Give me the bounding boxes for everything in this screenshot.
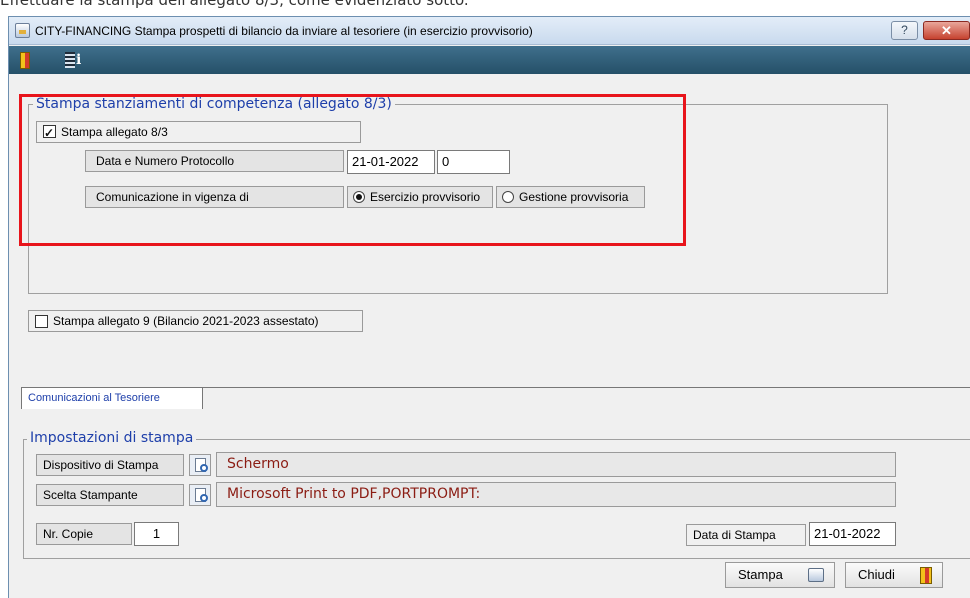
radio-esercizio-provvisorio[interactable]: Esercizio provvisorio (347, 186, 493, 208)
copies-field[interactable]: 1 (134, 522, 179, 546)
protocol-date-field[interactable]: 21-01-2022 (347, 150, 435, 174)
check-mark-icon: ✓ (44, 126, 55, 140)
close-button-label: Chiudi (858, 567, 895, 582)
print-allegato-83-checkbox[interactable]: ✓ (43, 125, 56, 140)
radio-unselected-icon (502, 191, 514, 203)
printer-label: Scelta Stampante (36, 484, 184, 506)
vigenza-label: Comunicazione in vigenza di (85, 186, 344, 208)
window-title: CITY-FINANCING Stampa prospetti di bilan… (35, 24, 533, 38)
radio-gestione-provvisoria[interactable]: Gestione provvisoria (496, 186, 645, 208)
printer-value: Microsoft Print to PDF,PORTPROMPT: (216, 482, 896, 507)
print-button[interactable]: Stampa (725, 562, 835, 588)
device-value: Schermo (216, 452, 896, 477)
tab-comunicazioni-tesoriere[interactable]: Comunicazioni al Tesoriere (21, 387, 203, 409)
radio-gestione-label: Gestione provvisoria (519, 190, 629, 204)
print-settings-legend: Impostazioni di stampa (27, 430, 197, 446)
device-label: Dispositivo di Stampa (36, 454, 184, 476)
close-window-button[interactable]: ✕ (923, 21, 970, 40)
protocol-number-field[interactable]: 0 (437, 150, 510, 174)
print-allegato-83-row[interactable]: ✓ Stampa allegato 8/3 (36, 121, 361, 143)
app-icon (15, 23, 30, 38)
exit-icon[interactable] (18, 52, 34, 69)
toolbar: i (9, 46, 970, 74)
print-allegato-83-label: Stampa allegato 8/3 (61, 125, 168, 139)
close-button[interactable]: Chiudi (845, 562, 943, 588)
print-icon (808, 568, 824, 582)
competenza-legend: Stampa stanziamenti di competenza (alleg… (33, 96, 395, 112)
title-bar: CITY-FINANCING Stampa prospetti di bilan… (9, 17, 970, 45)
instruction-caption: Effettuare la stampa dell'allegato 8/3, … (0, 0, 469, 9)
copies-label: Nr. Copie (36, 523, 132, 545)
tab-divider (203, 387, 970, 388)
device-lookup-icon[interactable] (189, 454, 211, 476)
print-allegato-9-label: Stampa allegato 9 (Bilancio 2021-2023 as… (53, 314, 319, 328)
exit-door-icon (920, 567, 932, 584)
radio-selected-icon (353, 191, 365, 203)
info-icon[interactable]: i (65, 51, 85, 70)
help-button[interactable]: ? (891, 21, 918, 40)
print-allegato-9-checkbox[interactable] (35, 315, 48, 328)
protocol-label: Data e Numero Protocollo (85, 150, 344, 172)
printer-lookup-icon[interactable] (189, 484, 211, 506)
dialog-window: CITY-FINANCING Stampa prospetti di bilan… (8, 16, 970, 598)
print-button-label: Stampa (738, 567, 783, 582)
print-date-label: Data di Stampa (686, 524, 806, 546)
print-date-field[interactable]: 21-01-2022 (809, 522, 896, 546)
radio-esercizio-label: Esercizio provvisorio (370, 190, 481, 204)
print-allegato-9-row[interactable]: Stampa allegato 9 (Bilancio 2021-2023 as… (28, 310, 363, 332)
